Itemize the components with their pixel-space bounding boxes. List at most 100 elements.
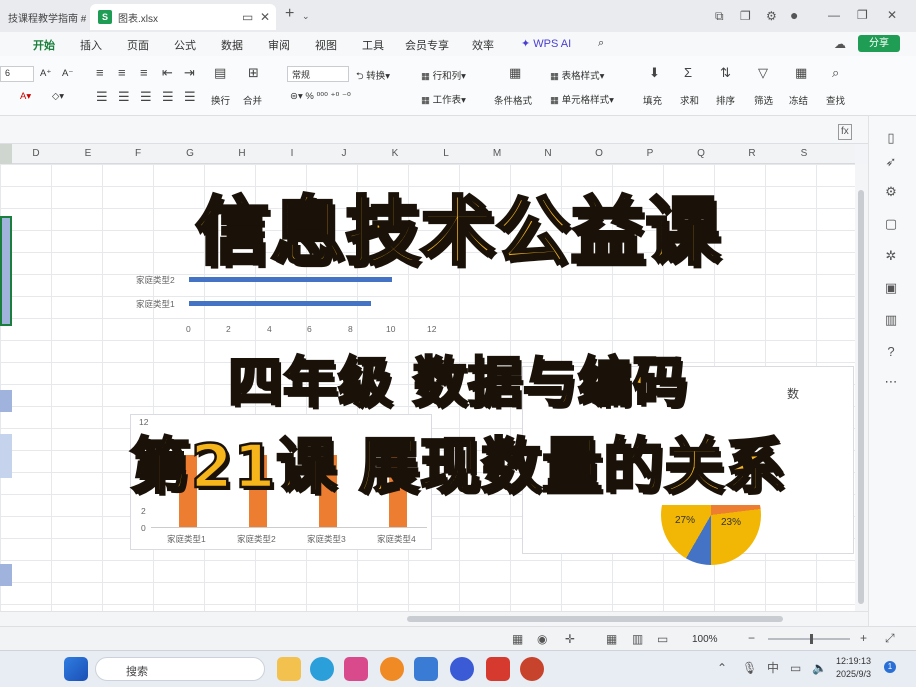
crosshair-icon[interactable]: ✛ — [565, 632, 575, 646]
sort-icon[interactable]: ⇅ — [720, 65, 731, 81]
menu-data[interactable]: 数据 — [221, 37, 243, 53]
zoom-slider-handle[interactable] — [810, 634, 813, 644]
find-icon[interactable]: ⌕ — [832, 65, 839, 81]
col-header[interactable]: E — [78, 148, 98, 159]
clear-format-icon[interactable]: ◇▾ — [52, 91, 64, 102]
col-header[interactable]: L — [436, 148, 456, 159]
close-window-icon[interactable]: ✕ — [887, 8, 897, 22]
col-header[interactable]: F — [128, 148, 148, 159]
fit-icon[interactable]: ⤢ — [885, 631, 895, 645]
sum-icon[interactable]: Σ — [684, 65, 692, 80]
file-explorer-icon[interactable] — [277, 657, 301, 681]
align-bottom-icon[interactable]: ≡ — [140, 65, 148, 80]
font-color-icon[interactable]: A▾ — [20, 91, 31, 102]
tab-spreadsheet[interactable]: S 图表.xlsx ▭ ✕ — [90, 4, 276, 30]
col-header[interactable]: M — [487, 148, 507, 159]
filter-button[interactable]: 筛选 — [754, 93, 773, 107]
app-icon[interactable] — [344, 657, 368, 681]
distribute-icon[interactable]: ☰ — [184, 89, 196, 105]
cond-format-button[interactable]: 条件格式 — [494, 93, 532, 107]
window-icon[interactable]: ▭ — [242, 10, 253, 24]
ime-indicator[interactable]: 中 — [767, 661, 779, 675]
app-icon[interactable] — [414, 657, 438, 681]
col-header[interactable]: N — [538, 148, 558, 159]
find-button[interactable]: 查找 — [826, 93, 845, 107]
menu-view[interactable]: 视图 — [315, 37, 337, 53]
formula-bar[interactable]: fx — [0, 116, 868, 144]
col-header[interactable]: H — [232, 148, 252, 159]
shrink-font-icon[interactable]: A⁻ — [62, 68, 73, 79]
col-header[interactable]: I — [282, 148, 302, 159]
menu-review[interactable]: 审阅 — [268, 37, 290, 53]
align-right-icon[interactable]: ☰ — [140, 89, 152, 105]
grow-font-icon[interactable]: A⁺ — [40, 68, 51, 79]
zoom-out-icon[interactable]: − — [748, 631, 755, 645]
screen-icon[interactable]: ⧉ — [715, 9, 724, 23]
app-icon[interactable] — [450, 657, 474, 681]
page-break-icon[interactable]: ▭ — [657, 632, 668, 646]
col-header[interactable]: R — [742, 148, 762, 159]
image-icon[interactable]: ▣ — [881, 280, 901, 296]
tray-chevron-icon[interactable]: ⌃ — [717, 661, 727, 675]
page-layout-icon[interactable]: ▥ — [632, 632, 643, 646]
col-header[interactable]: S — [794, 148, 814, 159]
eye-icon[interactable]: ◉ — [537, 632, 547, 646]
search-icon[interactable]: ⌕ — [598, 37, 604, 50]
menu-page[interactable]: 页面 — [127, 37, 149, 53]
menu-tools[interactable]: 工具 — [362, 37, 384, 53]
fill-icon[interactable]: ⬇ — [649, 65, 660, 81]
edge-icon[interactable] — [310, 657, 334, 681]
restore-icon[interactable]: ❐ — [857, 8, 868, 22]
powerpoint-icon[interactable] — [520, 657, 544, 681]
fx-icon[interactable]: fx — [838, 124, 852, 140]
menu-efficiency[interactable]: 效率 — [472, 37, 494, 53]
tab-course-guide[interactable]: 技课程教学指南 # — [0, 4, 86, 30]
cloud-icon[interactable]: ☁ — [834, 37, 846, 51]
view-icon[interactable]: ▦ — [512, 632, 523, 646]
normal-view-icon[interactable]: ▦ — [606, 632, 617, 646]
freeze-icon[interactable]: ▦ — [795, 65, 807, 81]
book-icon[interactable]: ▥ — [881, 312, 901, 328]
col-header[interactable]: P — [640, 148, 660, 159]
wrap-button[interactable]: 换行 — [211, 93, 230, 107]
merge-icon[interactable]: ⊞ — [248, 65, 259, 81]
start-icon[interactable] — [64, 657, 88, 681]
share-button[interactable]: 分享 — [858, 35, 900, 52]
mic-icon[interactable]: 🎙 — [742, 661, 757, 675]
display-icon[interactable]: ▭ — [790, 661, 801, 675]
table-style-button[interactable]: ▦ 表格样式▾ — [550, 68, 604, 82]
settings-icon[interactable]: ⚙ — [766, 9, 777, 23]
filter-icon[interactable]: ▽ — [758, 65, 768, 81]
zoom-slider[interactable] — [768, 634, 850, 644]
zoom-in-icon[interactable]: + — [860, 631, 867, 645]
sort-button[interactable]: 排序 — [716, 93, 735, 107]
close-tab-icon[interactable]: ✕ — [260, 10, 270, 24]
worksheet-button[interactable]: ▦ 工作表▾ — [421, 92, 466, 106]
chevron-down-icon[interactable]: ⌄ — [302, 9, 310, 23]
search-input[interactable]: 搜索 — [95, 657, 265, 681]
col-header[interactable]: K — [385, 148, 405, 159]
minimize-icon[interactable]: — — [828, 8, 840, 22]
align-top-icon[interactable]: ≡ — [96, 65, 104, 80]
clock[interactable]: 12:19:13 2025/9/3 — [836, 655, 871, 681]
menu-wps-ai[interactable]: ✦ WPS AI — [521, 37, 571, 50]
scroll-thumb[interactable] — [407, 616, 783, 622]
panel-collapse-icon[interactable]: ▯ — [881, 130, 901, 146]
outdent-icon[interactable]: ⇥ — [184, 65, 195, 81]
menu-home[interactable]: 开始 — [33, 37, 55, 58]
cell-style-button[interactable]: ▦ 单元格样式▾ — [550, 92, 614, 106]
indent-icon[interactable]: ⇤ — [162, 65, 173, 81]
avatar[interactable]: ● — [790, 8, 798, 22]
number-format-select[interactable]: 常规 — [287, 66, 349, 82]
menu-member[interactable]: 会员专享 — [405, 37, 449, 53]
horizontal-scrollbar[interactable] — [0, 611, 868, 626]
currency-icon[interactable]: ⊜▾ % ⁰⁰⁰ ⁺⁰ ⁻⁰ — [290, 91, 351, 102]
justify-icon[interactable]: ☰ — [162, 89, 174, 105]
copy-icon[interactable]: ❐ — [740, 9, 751, 23]
col-header[interactable]: G — [180, 148, 200, 159]
zoom-level[interactable]: 100% — [692, 634, 718, 645]
menu-insert[interactable]: 插入 — [80, 37, 102, 53]
rows-cols-button[interactable]: ▦ 行和列▾ — [421, 68, 466, 82]
col-header[interactable]: O — [589, 148, 609, 159]
volume-icon[interactable]: 🔈 — [812, 661, 827, 675]
